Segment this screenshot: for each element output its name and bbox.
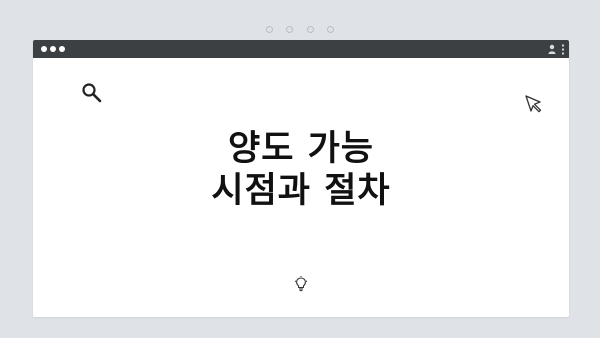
slide-content: 양도 가능 시점과 절차 (33, 58, 569, 317)
lightbulb-icon (294, 276, 308, 292)
browser-window: 양도 가능 시점과 절차 (33, 40, 569, 317)
pager-dot[interactable] (326, 26, 334, 33)
cursor-icon (525, 95, 542, 113)
slide-headline: 양도 가능 시점과 절차 (33, 128, 569, 212)
pager-dot[interactable] (266, 26, 274, 33)
kebab-menu-icon[interactable] (561, 44, 565, 55)
window-close-button[interactable] (41, 46, 47, 52)
window-minimize-button[interactable] (50, 46, 56, 52)
headline-line-2: 시점과 절차 (211, 171, 391, 211)
headline-line-1: 양도 가능 (228, 129, 374, 169)
slide-pager (0, 24, 600, 34)
window-maximize-button[interactable] (59, 46, 65, 52)
window-titlebar (33, 40, 569, 58)
search-icon (82, 83, 102, 103)
pager-dot[interactable] (306, 26, 314, 33)
user-icon[interactable] (548, 44, 556, 54)
pager-dot[interactable] (286, 26, 294, 33)
